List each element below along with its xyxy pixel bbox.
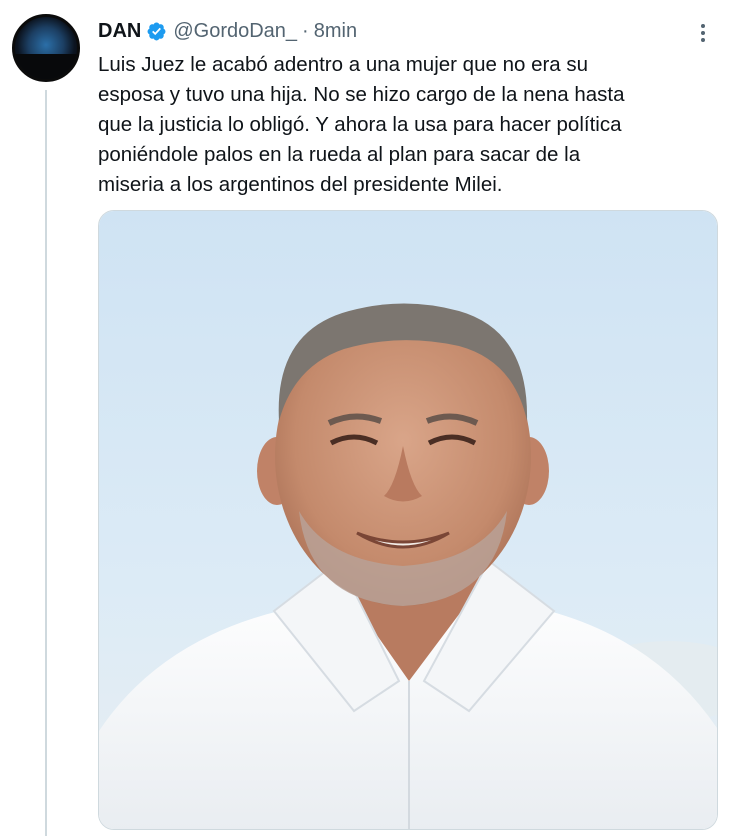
tweet-text-line: poniéndole palos en la rueda al plan par… (98, 143, 581, 166)
author-name[interactable]: DAN (98, 20, 141, 43)
author-handle[interactable]: @GordoDan_ (173, 20, 297, 43)
more-options-icon[interactable] (690, 20, 716, 46)
tweet-timestamp[interactable]: 8min (314, 20, 357, 43)
tweet-text-line: Luis Juez le acabó adentro a una mujer q… (98, 53, 589, 76)
thread-line (45, 90, 47, 836)
portrait-image (99, 211, 717, 829)
tweet-media-photo[interactable] (98, 210, 718, 830)
tweet-text-line: miseria a los argentinos del presidente … (98, 173, 503, 196)
tweet-text-line: que la justicia lo obligó. Y ahora la us… (98, 113, 622, 136)
tweet-text: Luis Juez le acabó adentro a una mujer q… (98, 50, 713, 200)
tweet-header: DAN @GordoDan_ · 8min (98, 16, 357, 46)
avatar-ground (15, 54, 77, 79)
header-separator: · (302, 19, 309, 42)
verified-badge-icon (146, 21, 167, 42)
avatar[interactable] (12, 14, 80, 82)
tweet-text-line: esposa y tuvo una hija. No se hizo cargo… (98, 83, 625, 106)
